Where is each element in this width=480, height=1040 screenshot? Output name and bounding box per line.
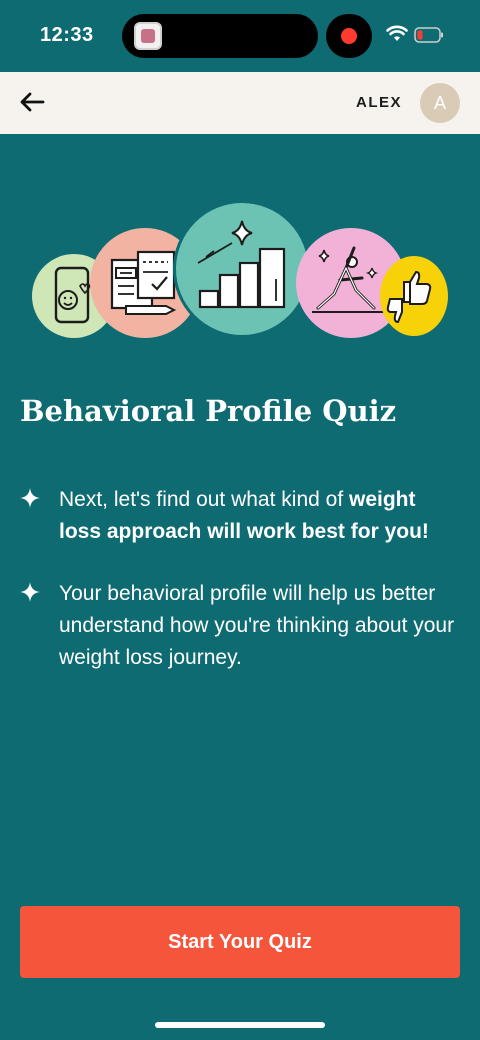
recording-indicator <box>326 14 372 58</box>
start-quiz-button[interactable]: Start Your Quiz <box>20 906 460 978</box>
page-title: Behavioral Profile Quiz <box>20 394 397 428</box>
list-item: Next, let's find out what kind of weight… <box>20 484 460 548</box>
sparkle-icon <box>20 582 40 602</box>
status-bar: 12:33 <box>0 0 480 72</box>
progress-chart-circle <box>173 200 311 338</box>
record-icon <box>341 28 357 44</box>
status-time: 12:33 <box>40 24 94 46</box>
back-button[interactable] <box>14 84 50 120</box>
battery-icon <box>414 27 443 43</box>
bullet-text: Your behavioral profile will help us bet… <box>59 582 455 669</box>
avatar[interactable]: A <box>420 83 460 123</box>
top-nav-bar: ALEX A <box>0 72 480 134</box>
app-icon <box>134 22 162 50</box>
info-list: Next, let's find out what kind of weight… <box>20 484 460 704</box>
bullet-text-intro: Next, let's find out what kind of <box>59 488 349 511</box>
wifi-icon <box>386 25 408 41</box>
thumbs-up-down-icon <box>386 270 432 324</box>
user-name: ALEX <box>355 94 402 111</box>
list-item: Your behavioral profile will help us bet… <box>20 578 460 674</box>
feedback-circle <box>380 256 448 336</box>
quiz-illustration <box>28 196 452 346</box>
sparkle-icon <box>20 488 40 508</box>
growth-bars-icon <box>197 220 286 309</box>
dynamic-island <box>122 14 318 58</box>
back-arrow-icon <box>20 92 45 112</box>
home-indicator[interactable] <box>155 1022 325 1028</box>
